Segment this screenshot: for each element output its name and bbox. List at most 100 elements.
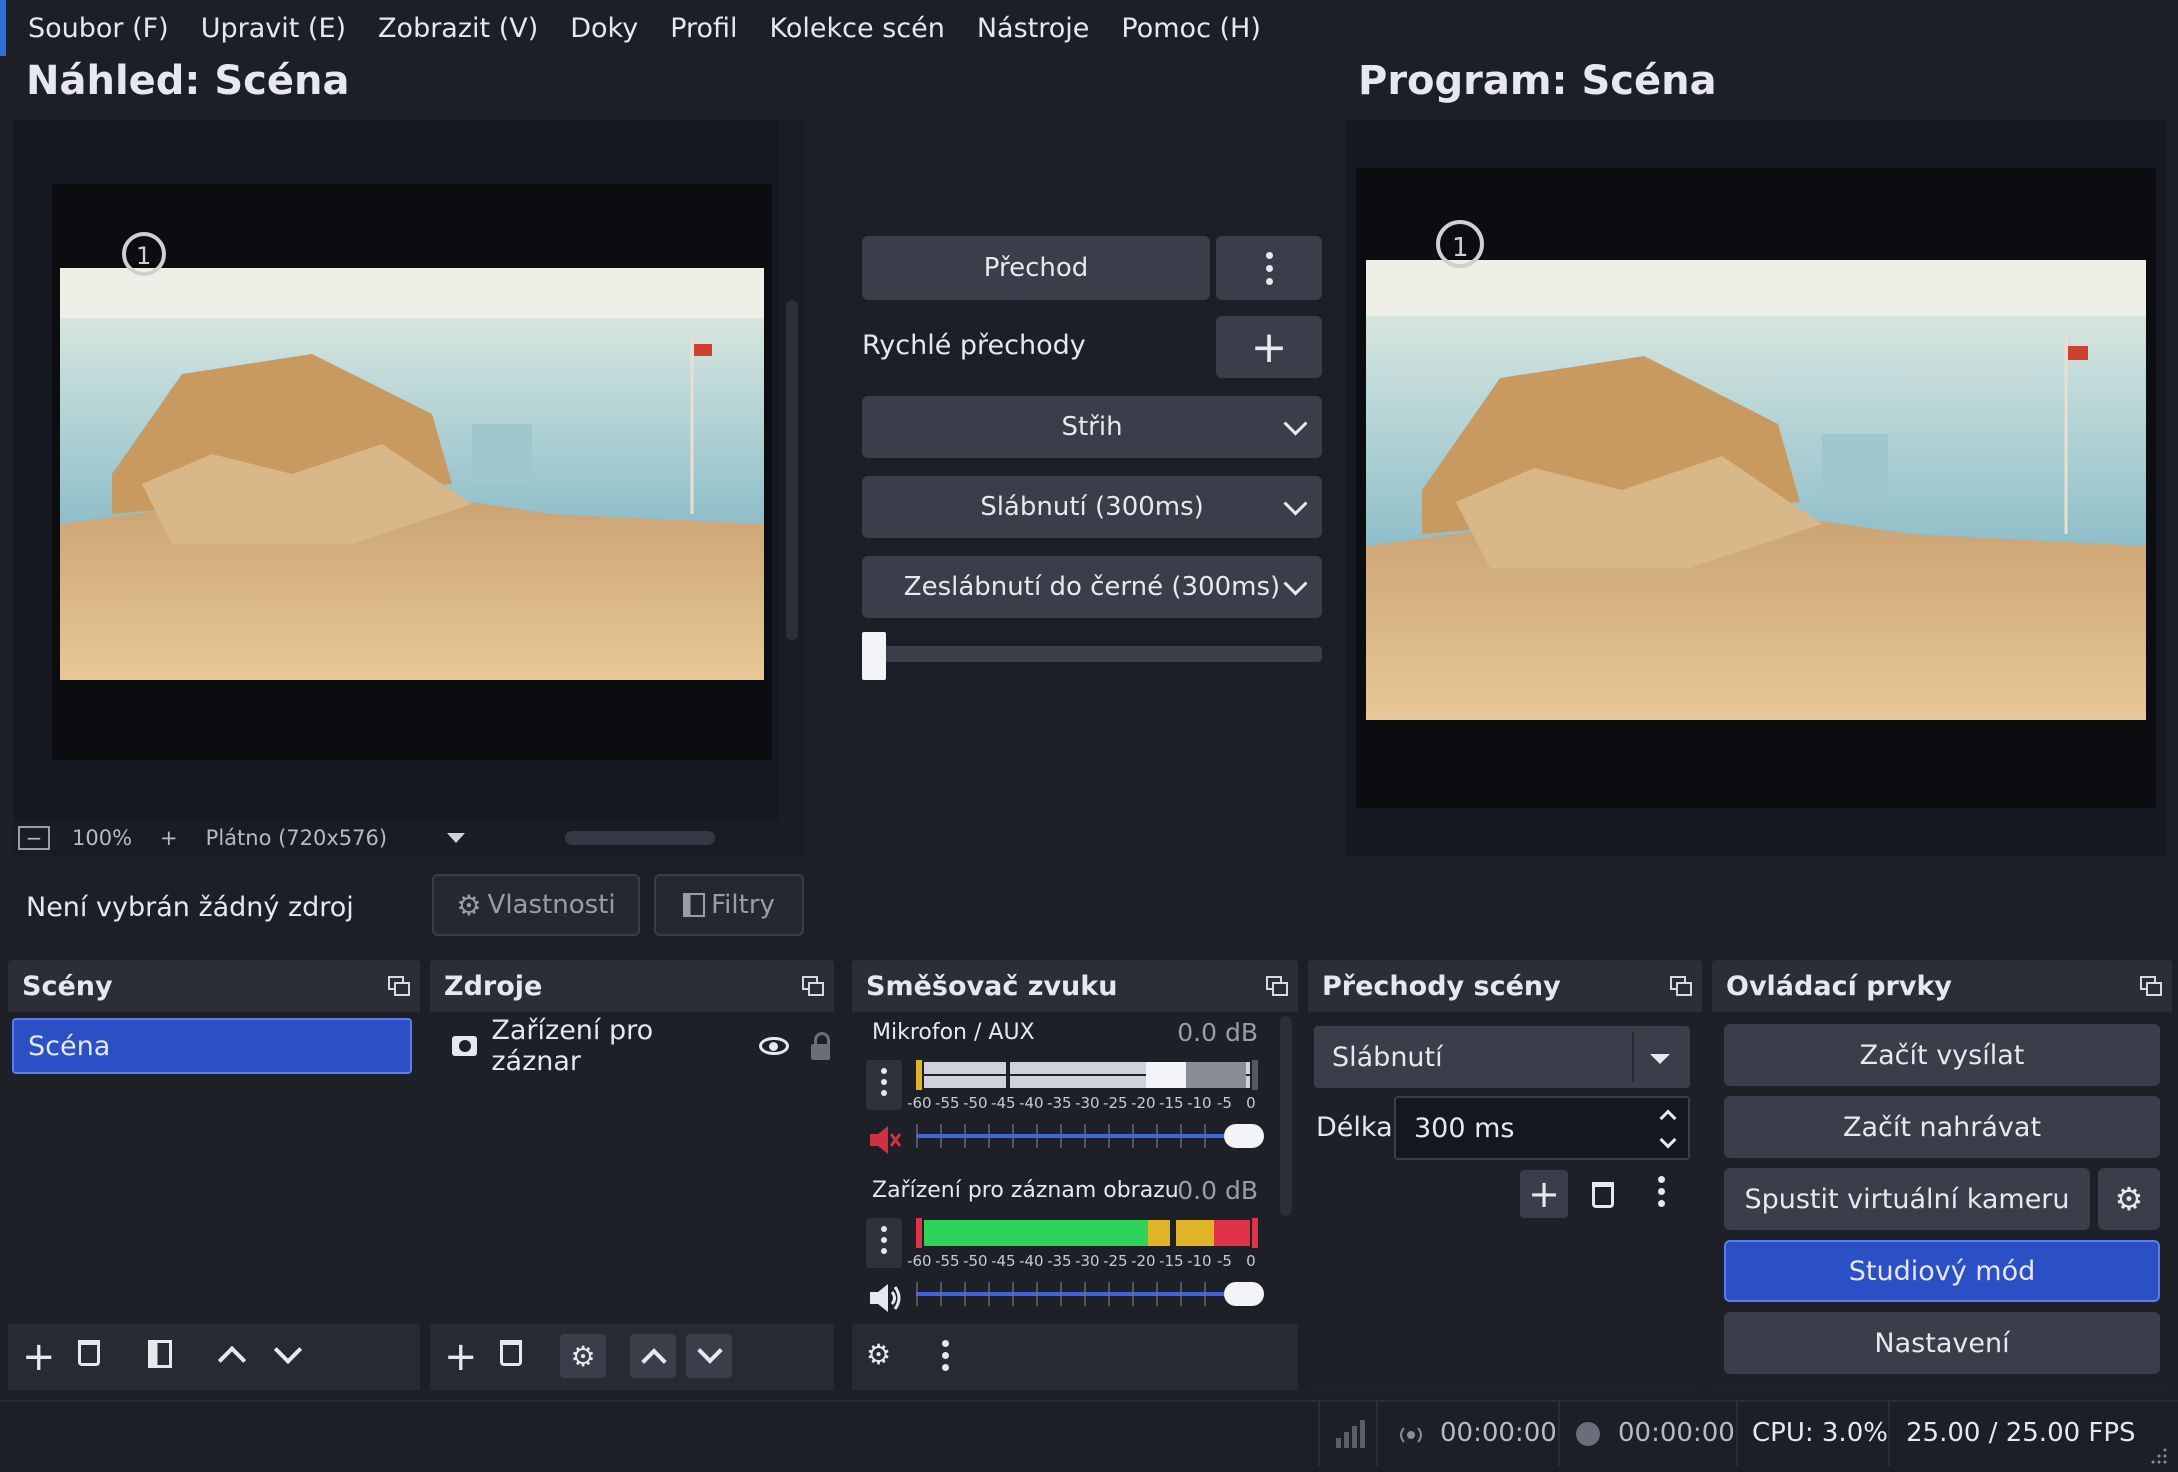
properties-button[interactable]: ⚙ Vlastnosti [432,874,640,936]
sources-dock: Zdroje Zařízení pro záznar + ⚙ [430,960,834,1390]
mixer-dock: Směšovač zvuku Mikrofon / AUX 0.0 dB -60… [852,960,1298,1390]
move-down-button[interactable] [686,1334,732,1378]
preview-panel[interactable]: 1 [14,120,806,820]
mixer-scrollbar[interactable] [1280,1016,1292,1216]
gear-icon[interactable]: ⚙ [866,1338,891,1371]
dots-vertical-icon[interactable] [942,1340,949,1371]
db-tick-label: -25 [1103,1094,1128,1112]
quick-transition-label: Slábnutí (300ms) [980,492,1204,522]
trash-icon[interactable] [78,1340,100,1366]
db-scale: -60 -55 -50 -45 -40 -35 -30 -25 -20 -15 -10 -5 0 [907,1252,1262,1274]
zoom-in-button[interactable]: + [160,826,178,850]
program-panel: 1 [1346,120,2166,856]
chevron-down-icon[interactable] [273,1335,303,1365]
mixer-header: Směšovač zvuku [852,960,1298,1012]
duration-spinbox[interactable]: 300 ms [1394,1096,1690,1160]
add-scene-icon[interactable]: + [22,1334,56,1380]
chevron-down-icon [1283,571,1308,596]
volume-slider-handle[interactable] [1224,1282,1264,1306]
volume-slider[interactable] [916,1124,1264,1148]
preview-vscroll[interactable] [778,120,806,820]
move-up-button[interactable] [630,1334,676,1378]
gear-icon[interactable]: ⚙ [560,1334,606,1378]
menu-item[interactable]: Profil [670,13,737,44]
menu-item[interactable]: Zobrazit (V) [378,13,538,44]
zoom-out-button[interactable]: − [18,826,50,850]
menu-item[interactable]: Pomoc (H) [1121,13,1260,44]
start-streaming-button[interactable]: Začít vysílat [1724,1024,2160,1086]
menu-item[interactable]: Upravit (E) [201,13,346,44]
undock-icon[interactable] [802,976,824,996]
db-tick-label: -15 [1159,1094,1184,1112]
start-recording-button[interactable]: Začít nahrávat [1724,1096,2160,1158]
chevron-down-icon [697,1338,723,1364]
undock-icon[interactable] [2140,976,2162,996]
speaker-icon[interactable] [866,1278,902,1318]
settings-button[interactable]: Nastavení [1724,1312,2160,1374]
tbar-track[interactable] [862,632,1322,680]
menu-item[interactable]: Kolekce scén [770,13,945,44]
channel-menu-button[interactable] [866,1060,902,1110]
spin-down-icon[interactable] [1659,1131,1677,1149]
svg-text:1: 1 [1452,233,1469,263]
tbar-handle[interactable] [862,632,886,680]
quick-transition-fade-black[interactable]: Zeslábnutí do černé (300ms) [862,556,1322,618]
db-tick-label: -25 [1103,1252,1128,1270]
preview-video: 1 [52,184,772,760]
db-tick-label: 0 [1246,1094,1256,1112]
transition-menu-button[interactable] [1216,236,1322,300]
trash-icon[interactable] [1592,1182,1614,1208]
duration-value: 300 ms [1414,1112,1515,1144]
channel-menu-button[interactable] [866,1218,902,1268]
preview-hscroll-thumb[interactable] [565,831,716,845]
db-tick-label: -30 [1075,1252,1100,1270]
add-quick-transition-button[interactable]: + [1216,316,1322,378]
resize-grip-icon[interactable] [2150,1442,2168,1472]
studio-mode-button[interactable]: Studiový mód [1724,1240,2160,1302]
volume-meter-bars [916,1218,1258,1248]
scenes-title: Scény [22,970,113,1002]
preview-canvas[interactable]: 1 [52,184,772,760]
spin-up-icon[interactable] [1659,1109,1677,1127]
menu-item[interactable]: Nástroje [977,13,1090,44]
zoom-level: 100% [72,826,133,850]
start-virtualcam-button[interactable]: Spustit virtuální kameru [1724,1168,2090,1230]
trash-icon[interactable] [500,1340,522,1366]
dots-vertical-icon[interactable] [1658,1176,1665,1207]
filter-icon[interactable] [148,1340,172,1368]
db-scale: -60 -55 -50 -45 -40 -35 -30 -25 -20 -15 -10 -5 0 [907,1094,1262,1116]
menu-item[interactable]: Soubor (F) [28,13,169,44]
add-transition-icon[interactable]: + [1520,1170,1568,1218]
gear-icon: ⚙ [456,888,482,922]
virtualcam-settings-button[interactable]: ⚙ [2098,1168,2160,1230]
scene-item[interactable]: Scéna [12,1018,412,1074]
undock-icon[interactable] [1670,976,1692,996]
transition-select[interactable]: Slábnutí [1314,1026,1690,1088]
filters-button[interactable]: Filtry [654,874,804,936]
preview-zoom-bar: − 100% + Plátno (720x576) [14,820,806,856]
quick-transition-fade[interactable]: Slábnutí (300ms) [862,476,1322,538]
transition-select-label: Slábnutí [1332,1041,1443,1073]
lock-icon[interactable] [810,1032,831,1060]
add-source-icon[interactable]: + [444,1334,478,1380]
transition-button[interactable]: Přechod [862,236,1210,300]
source-item[interactable]: Zařízení pro záznar [434,1015,831,1077]
chevron-up-icon[interactable] [217,1345,247,1375]
mute-icon[interactable] [866,1120,902,1160]
undock-icon[interactable] [388,976,410,996]
caret-down-icon [1650,1054,1670,1064]
channel-name: Mikrofon / AUX [872,1020,1035,1045]
db-tick-label: -10 [1187,1252,1212,1270]
vscroll-thumb[interactable] [786,300,798,640]
quick-transition-cut[interactable]: Střih [862,396,1322,458]
volume-slider[interactable] [916,1282,1264,1306]
canvas-dropdown-icon[interactable] [447,833,466,843]
plus-icon: + [1250,321,1288,373]
source-label: Zařízení pro záznar [491,1015,654,1077]
menu-item[interactable]: Doky [570,13,638,44]
undock-icon[interactable] [1266,976,1288,996]
db-tick-label: 0 [1246,1252,1256,1270]
eye-icon[interactable] [759,1037,789,1055]
channel-db: 0.0 dB [1177,1018,1258,1047]
volume-slider-handle[interactable] [1224,1124,1264,1148]
